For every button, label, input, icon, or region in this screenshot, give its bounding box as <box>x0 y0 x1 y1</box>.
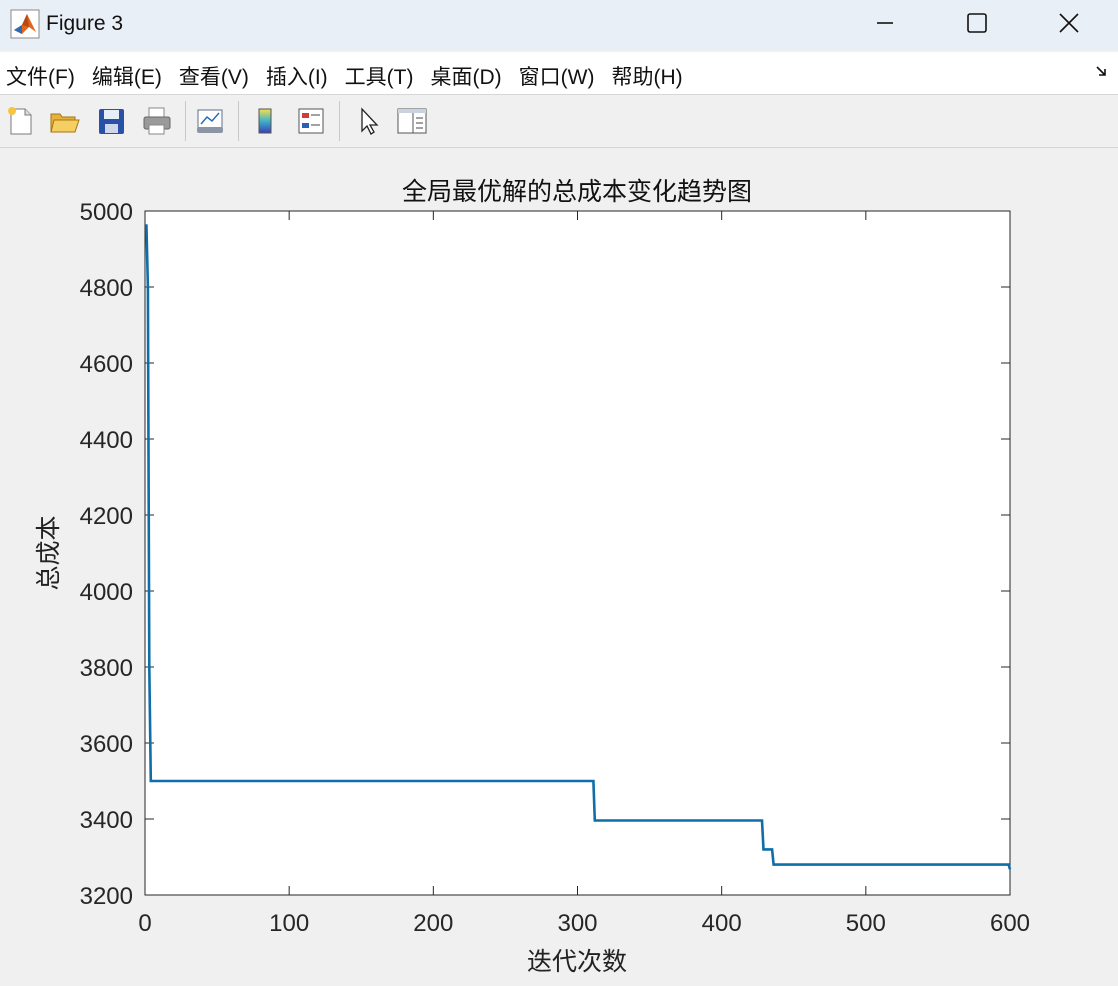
panel-icon <box>397 108 427 134</box>
property-inspector-button[interactable] <box>395 104 429 138</box>
menu-help[interactable]: 帮助(H) <box>611 61 682 91</box>
figure-canvas: 全局最优解的总成本变化趋势图 0 100 200 300 400 500 600 3200 34… <box>34 177 1030 976</box>
folder-open-icon <box>50 113 80 133</box>
x-tick-label: 200 <box>413 910 453 937</box>
x-tick-label: 100 <box>269 910 309 937</box>
maximize-button[interactable] <box>954 0 1000 46</box>
x-axis-label: 迭代次数 <box>527 947 627 976</box>
y-tick-label: 4600 <box>80 351 133 378</box>
x-tick-label: 0 <box>138 910 151 937</box>
x-tick-label: 400 <box>702 910 742 937</box>
save-button[interactable] <box>94 104 128 138</box>
y-tick-label: 4800 <box>80 275 133 302</box>
x-tick-label: 600 <box>990 910 1030 937</box>
y-axis-label: 总成本 <box>34 515 63 590</box>
toolbar-separator <box>185 101 186 141</box>
plot-axes[interactable] <box>144 210 1011 896</box>
menu-tools[interactable]: 工具(T) <box>345 61 414 91</box>
x-tick-label: 500 <box>846 910 886 937</box>
y-tick-label: 4200 <box>80 503 133 530</box>
legend-icon <box>298 108 324 134</box>
menu-file[interactable]: 文件(F) <box>6 61 75 91</box>
maximize-icon <box>967 13 987 33</box>
insert-colorbar-button[interactable] <box>248 104 282 138</box>
floppy-disk-icon <box>99 109 124 134</box>
window-titlebar: Figure 3 <box>0 0 1118 50</box>
toolbar-separator <box>238 101 239 141</box>
matlab-logo-icon <box>10 9 40 39</box>
chart-title: 全局最优解的总成本变化趋势图 <box>402 177 752 206</box>
open-file-button[interactable] <box>48 104 82 138</box>
x-tick-label: 300 <box>557 910 597 937</box>
y-tick-label: 4000 <box>80 579 133 606</box>
y-tick-label: 5000 <box>80 199 133 226</box>
minimize-icon <box>877 22 893 24</box>
close-icon <box>1059 13 1079 33</box>
menu-desktop[interactable]: 桌面(D) <box>430 61 501 91</box>
close-button[interactable] <box>1046 0 1092 46</box>
menu-edit[interactable]: 编辑(E) <box>92 61 162 91</box>
insert-legend-button[interactable] <box>294 104 328 138</box>
menu-bar: 文件(F) 编辑(E) 查看(V) 插入(I) 工具(T) 桌面(D) 窗口(W… <box>0 52 1118 95</box>
minimize-button[interactable] <box>862 0 908 46</box>
new-figure-button[interactable] <box>3 104 37 138</box>
link-plot-button[interactable] <box>193 104 227 138</box>
y-tick-label: 3800 <box>80 655 133 682</box>
colorbar-icon <box>258 108 272 134</box>
print-button[interactable] <box>140 104 174 138</box>
linked-plot-icon <box>197 109 223 133</box>
new-document-icon <box>8 107 32 135</box>
printer-icon <box>143 107 171 135</box>
y-tick-label: 3400 <box>80 807 133 834</box>
menu-window[interactable]: 窗口(W) <box>519 61 595 91</box>
dock-arrow-icon[interactable] <box>1094 64 1110 80</box>
y-tick-label: 3600 <box>80 731 133 758</box>
y-tick-label: 3200 <box>80 883 133 910</box>
menu-insert[interactable]: 插入(I) <box>266 61 328 91</box>
window-title: Figure 3 <box>46 12 124 35</box>
y-tick-label: 4400 <box>80 427 133 454</box>
edit-plot-button[interactable] <box>352 104 386 138</box>
figure-toolbar <box>0 95 1118 148</box>
menu-view[interactable]: 查看(V) <box>179 61 249 91</box>
cursor-arrow-icon <box>361 107 379 135</box>
toolbar-separator <box>339 101 340 141</box>
